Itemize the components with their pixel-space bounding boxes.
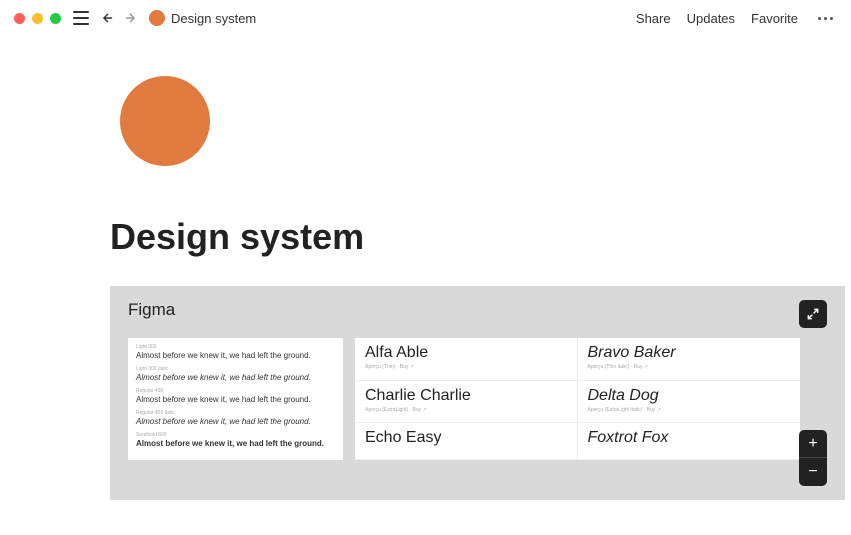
minimize-window[interactable] bbox=[32, 13, 43, 24]
expand-button[interactable] bbox=[799, 300, 827, 328]
share-button[interactable]: Share bbox=[636, 11, 671, 26]
breadcrumb[interactable]: Design system bbox=[149, 10, 256, 26]
maximize-window[interactable] bbox=[50, 13, 61, 24]
page-icon-small bbox=[149, 10, 165, 26]
page-icon[interactable] bbox=[120, 76, 210, 166]
font-cell: Echo Easy bbox=[355, 423, 578, 460]
zoom-in-button[interactable]: + bbox=[799, 430, 827, 458]
topbar: Design system Share Updates Favorite bbox=[0, 0, 851, 36]
updates-button[interactable]: Updates bbox=[687, 11, 735, 26]
figma-canvas[interactable]: Light 300 Almost before we knew it, we h… bbox=[128, 338, 827, 460]
window-controls bbox=[14, 13, 61, 24]
forward-button[interactable] bbox=[121, 9, 139, 27]
figma-embed: Figma Light 300 Almost before we knew it… bbox=[110, 286, 845, 500]
sample-row: Regular 400 Almost before we knew it, we… bbox=[136, 388, 335, 404]
font-cell: Bravo Baker Aperçu (Thin Italic) · Buy ↗ bbox=[578, 338, 801, 381]
sample-row: Light 300 Italic Almost before we knew i… bbox=[136, 366, 335, 382]
font-cell: Foxtrot Fox bbox=[578, 423, 801, 460]
close-window[interactable] bbox=[14, 13, 25, 24]
figma-label: Figma bbox=[128, 300, 827, 320]
font-cell: Delta Dog Aperçu (ExtraLight Italic) · B… bbox=[578, 381, 801, 424]
type-samples-panel: Light 300 Almost before we knew it, we h… bbox=[128, 338, 343, 460]
page-content: Design system Figma Light 300 Almost bef… bbox=[0, 36, 851, 500]
font-specimens-panel: Alfa Able Aperçu (Thin) · Buy ↗ Bravo Ba… bbox=[355, 338, 800, 460]
sample-row: Light 300 Almost before we knew it, we h… bbox=[136, 344, 335, 360]
breadcrumb-text: Design system bbox=[171, 11, 256, 26]
nav-arrows bbox=[99, 9, 139, 27]
zoom-out-button[interactable]: − bbox=[799, 458, 827, 486]
favorite-button[interactable]: Favorite bbox=[751, 11, 798, 26]
font-cell: Charlie Charlie Aperçu (ExtraLight) · Bu… bbox=[355, 381, 578, 424]
topbar-right: Share Updates Favorite bbox=[636, 11, 837, 26]
menu-icon[interactable] bbox=[73, 11, 89, 25]
back-button[interactable] bbox=[99, 9, 117, 27]
sample-row: Regular 400 Italic Almost before we knew… bbox=[136, 410, 335, 426]
zoom-controls: + − bbox=[799, 430, 827, 486]
font-cell: Alfa Able Aperçu (Thin) · Buy ↗ bbox=[355, 338, 578, 381]
page-title[interactable]: Design system bbox=[110, 216, 851, 258]
sample-row: Semibold 600 Almost before we knew it, w… bbox=[136, 432, 335, 448]
more-icon[interactable] bbox=[814, 17, 837, 20]
